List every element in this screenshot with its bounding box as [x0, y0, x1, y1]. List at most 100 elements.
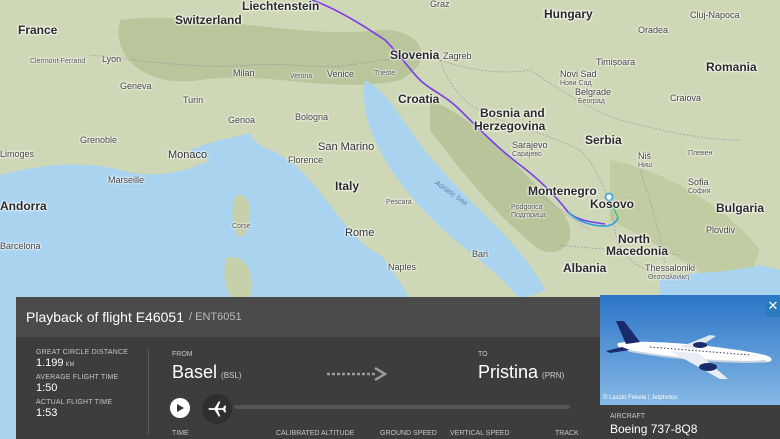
column-altitude: CALIBRATED ALTITUDE	[276, 430, 355, 437]
map-label: Novi Sad	[560, 69, 597, 79]
map-label: Florence	[288, 155, 324, 165]
aircraft-type: Boeing 737-8Q8	[610, 422, 698, 436]
play-icon	[177, 404, 184, 412]
aircraft-panel: © Laszlo Fekete | Jetphotos ✕ AIRCRAFT B…	[600, 295, 780, 439]
map-label: Croatia	[398, 92, 440, 106]
stat-unit: KM	[65, 362, 75, 368]
map-label: Clermont-Ferrand	[30, 58, 86, 65]
aircraft-photo[interactable]: © Laszlo Fekete | Jetphotos	[600, 295, 780, 405]
stat-value: 1:50	[36, 382, 58, 394]
map-label: Timișoara	[596, 57, 636, 67]
close-button[interactable]: ✕	[766, 295, 780, 317]
map-label: Сарајево	[512, 151, 542, 158]
map-label: Serbia	[585, 133, 622, 147]
map-label: Liechtenstein	[242, 0, 320, 13]
playback-panel: Playback of flight E46051 / ENT6051 GREA…	[16, 297, 600, 439]
airplane-icon	[208, 401, 227, 417]
map-label: София	[688, 188, 711, 195]
map-label: Oradea	[638, 25, 669, 35]
map-label: Corse	[232, 223, 251, 230]
map-label: Andorra	[0, 199, 47, 213]
map-label: Macedonia	[606, 244, 669, 258]
aircraft-photo-image	[600, 295, 780, 405]
map-label: Marseille	[108, 175, 145, 185]
to-label: TO	[478, 351, 488, 358]
playback-timeline[interactable]	[234, 405, 570, 409]
map-label: Подгорица	[511, 212, 546, 219]
map-label: Barcelona	[0, 241, 41, 251]
map-label: Albania	[563, 261, 607, 275]
map-label: Craiova	[670, 93, 702, 103]
map-label: Montenegro	[528, 184, 597, 198]
stat-label: ACTUAL FLIGHT TIME	[36, 399, 113, 406]
map-label: Rome	[345, 227, 375, 239]
photo-credit: © Laszlo Fekete | Jetphotos	[603, 395, 678, 401]
destination-city: Pristina (PRN)	[478, 362, 564, 383]
map-label: Cluj-Napoca	[690, 10, 740, 20]
from-label: FROM	[172, 351, 193, 358]
column-ground-speed: GROUND SPEED	[380, 430, 437, 437]
stat-value: 1:53	[36, 407, 58, 419]
playback-title: Playback of flight E46051	[26, 309, 184, 325]
map-label: Grenoble	[80, 135, 118, 145]
map-label: Monaco	[168, 149, 208, 161]
stat-label: GREAT CIRCLE DISTANCE	[36, 349, 129, 356]
stat-actual-time: ACTUAL FLIGHT TIME 1:53	[36, 399, 146, 419]
map-label: Београд	[578, 98, 605, 105]
flight-callsign: / ENT6051	[189, 311, 242, 323]
map-label: Herzegovina	[474, 119, 546, 133]
map-label: Belgrade	[575, 87, 612, 97]
map-label: Niš	[638, 151, 651, 161]
origin-city: Basel (BSL)	[172, 362, 241, 383]
column-track: TRACK	[555, 430, 579, 437]
map-label: San Marino	[318, 141, 375, 153]
playback-header: Playback of flight E46051 / ENT6051	[16, 297, 600, 337]
map-label: Sofia	[688, 177, 709, 187]
origin-code: (BSL)	[221, 371, 242, 380]
map-label: Limoges	[0, 149, 35, 159]
destination-city-name: Pristina	[478, 362, 539, 382]
column-vertical-speed: VERTICAL SPEED	[450, 430, 510, 437]
map-label: Trieste	[374, 70, 396, 77]
map-label: Milan	[233, 68, 255, 78]
map-label: Podgorica	[511, 204, 543, 211]
map-label: Pescara	[386, 199, 412, 206]
map-label: Zagreb	[443, 51, 472, 61]
map-label: Venice	[327, 69, 355, 79]
map-label: Kosovo	[590, 197, 635, 211]
route-arrow-icon	[327, 367, 388, 381]
map-label: Italy	[335, 179, 360, 193]
map-label: Switzerland	[175, 13, 242, 27]
stat-average-time: AVERAGE FLIGHT TIME 1:50	[36, 374, 146, 394]
destination-code: (PRN)	[542, 371, 565, 380]
origin-city-name: Basel	[172, 362, 218, 382]
column-time: TIME	[172, 430, 189, 437]
map-label: Bari	[472, 249, 489, 259]
panel-divider	[148, 349, 149, 435]
map-label: Плевен	[688, 150, 713, 157]
map-label: Lyon	[102, 54, 122, 64]
map-label: Нови Сад	[560, 80, 592, 87]
map-label: Ниш	[638, 162, 653, 169]
map-label: Naples	[388, 262, 417, 272]
map-label: Genoa	[228, 115, 256, 125]
play-button[interactable]	[170, 398, 190, 418]
map-label: Geneva	[120, 81, 152, 91]
map-label: Bosnia and	[480, 106, 545, 120]
map-label: France	[18, 23, 58, 37]
map-label: Bulgaria	[716, 201, 765, 215]
stat-label: AVERAGE FLIGHT TIME	[36, 374, 119, 381]
map-label: Θεσσαλονίκη	[648, 274, 689, 281]
stat-distance: GREAT CIRCLE DISTANCE 1.199 KM	[36, 349, 146, 369]
map-label: Turin	[183, 95, 204, 105]
aircraft-label: AIRCRAFT	[610, 413, 645, 420]
map-label: Hungary	[544, 7, 593, 21]
map-label: Thessaloniki	[645, 263, 696, 273]
map-label: Verona	[290, 73, 313, 80]
map-label: Plovdiv	[706, 225, 736, 235]
map-label: Sarajevo	[512, 140, 548, 150]
map-label: Graz	[430, 0, 450, 9]
map-label: Bologna	[295, 112, 329, 122]
stat-value: 1.199	[36, 357, 64, 369]
timeline-handle[interactable]	[202, 394, 232, 424]
